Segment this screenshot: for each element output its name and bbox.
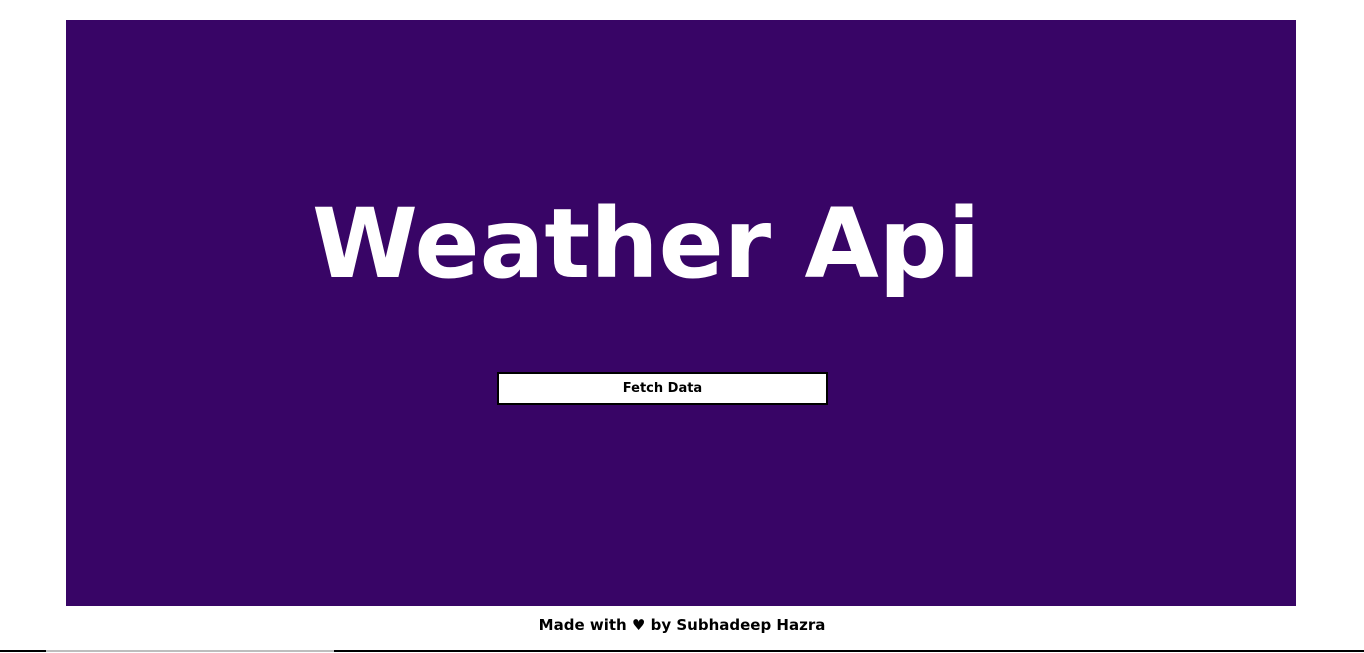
heart-icon: ♥ — [631, 616, 646, 634]
footer-credit: Made with ♥ by Subhadeep Hazra — [0, 614, 1364, 636]
footer-prefix: Made with — [538, 616, 627, 634]
fetch-data-button[interactable]: Fetch Data — [497, 372, 828, 405]
hero-banner: Weather Api Fetch Data — [66, 20, 1296, 606]
page-bottom-divider — [0, 650, 1364, 652]
page: Weather Api Fetch Data Made with ♥ by Su… — [0, 0, 1364, 653]
footer-suffix: by Subhadeep Hazra — [650, 616, 826, 634]
page-title: Weather Api — [312, 188, 981, 300]
